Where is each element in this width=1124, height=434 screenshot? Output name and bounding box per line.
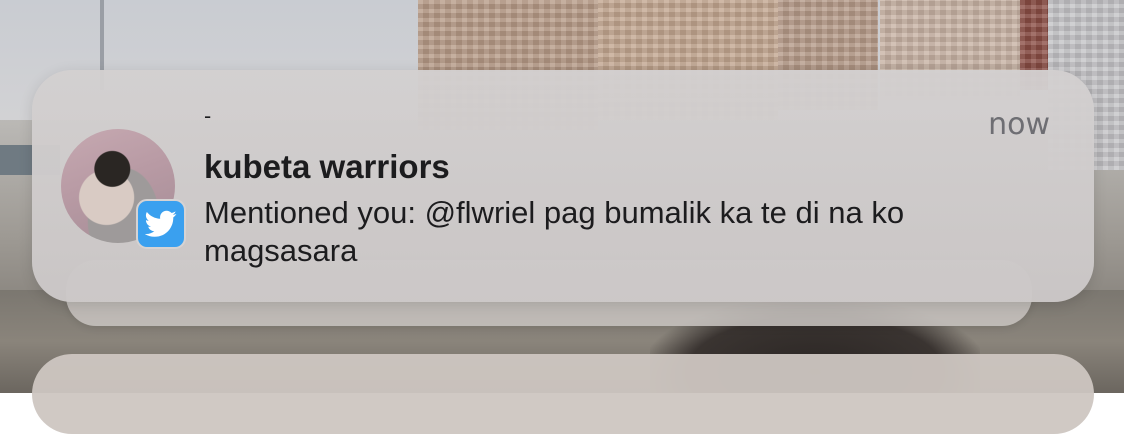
- twitter-bird-icon: [145, 210, 177, 237]
- twitter-bird-icon: [136, 199, 186, 249]
- notification-title: kubeta warriors: [204, 148, 450, 185]
- next-notification[interactable]: [32, 354, 1094, 434]
- app-name-label: -: [204, 104, 212, 128]
- notification-message: Mentioned you: @flwriel pag bumalik ka t…: [204, 195, 905, 268]
- notification-time: now: [988, 107, 1050, 142]
